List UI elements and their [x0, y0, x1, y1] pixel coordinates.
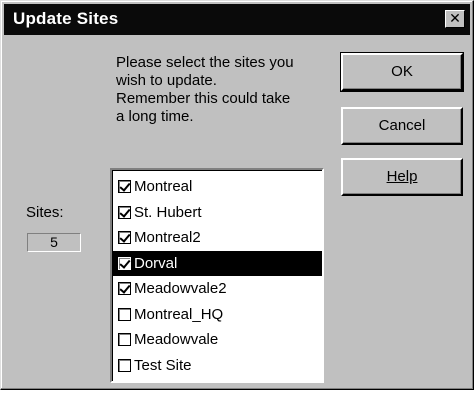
site-checkbox[interactable] [118, 205, 131, 219]
site-label: St. Hubert [134, 203, 202, 221]
checkmark-icon [119, 256, 131, 269]
site-label: Meadowvale [134, 331, 219, 349]
site-list-item[interactable]: Meadowvale [112, 327, 322, 353]
site-checkbox[interactable] [118, 180, 131, 194]
ok-button[interactable]: OK [340, 52, 464, 92]
site-list-item[interactable]: Montreal_HQ [112, 302, 322, 328]
site-label: Dorval [134, 254, 178, 272]
checkmark-icon [119, 180, 131, 193]
close-icon: ✕ [449, 10, 461, 26]
site-checkbox[interactable] [118, 358, 131, 372]
sites-listbox[interactable]: Montreal St. Hubert Montreal2 Dorval Meadowv… [110, 168, 324, 383]
sites-count: 5 [27, 233, 81, 252]
cancel-button[interactable]: Cancel [341, 107, 463, 145]
checkmark-icon [119, 205, 131, 218]
site-list-item[interactable]: Montreal [112, 174, 322, 200]
instructions-text: Please select the sites you wish to upda… [116, 54, 294, 125]
title-bar[interactable]: Update Sites ✕ [4, 4, 470, 35]
site-checkbox[interactable] [118, 307, 131, 321]
close-button[interactable]: ✕ [445, 10, 465, 28]
site-checkbox[interactable] [118, 231, 131, 245]
checkmark-icon [119, 231, 131, 244]
update-sites-dialog: Update Sites ✕ Please select the sites y… [0, 0, 474, 390]
site-label: Meadowvale2 [134, 280, 227, 298]
site-list-item[interactable]: Montreal2 [112, 225, 322, 251]
window-title: Update Sites [13, 9, 119, 28]
site-list-item[interactable]: St. Hubert [112, 200, 322, 226]
site-list-item[interactable]: Test Site [112, 353, 322, 379]
checkmark-icon [119, 282, 131, 295]
site-checkbox[interactable] [118, 256, 131, 270]
site-checkbox[interactable] [118, 282, 131, 296]
site-label: Montreal_HQ [134, 305, 224, 323]
site-label: Montreal2 [134, 229, 201, 247]
site-checkbox[interactable] [118, 333, 131, 347]
help-button[interactable]: Help [341, 158, 463, 196]
sites-label: Sites: [26, 204, 64, 221]
site-label: Montreal [134, 178, 193, 196]
site-list-item[interactable]: Meadowvale2 [112, 276, 322, 302]
site-label: Test Site [134, 356, 192, 374]
help-button-label: Help [386, 168, 418, 185]
site-list-item[interactable]: Dorval [112, 250, 322, 276]
